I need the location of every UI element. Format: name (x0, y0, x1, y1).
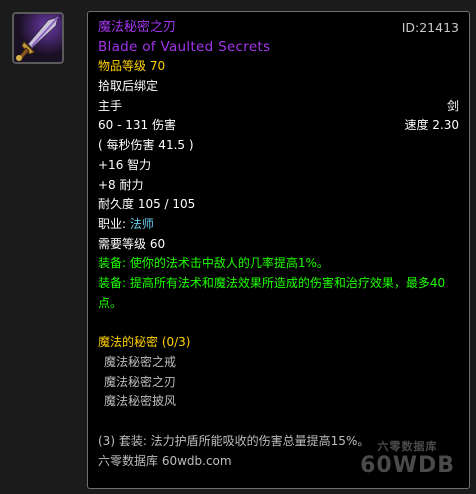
item-name-en: Blade of Vaulted Secrets (98, 38, 271, 55)
item-tooltip: 魔法秘密之刃 ID:21413 Blade of Vaulted Secrets… (87, 11, 470, 489)
item-damage: 60 - 131 伤害 (98, 118, 176, 133)
item-level: 物品等级 70 (98, 59, 166, 74)
class-value: 法师 (129, 216, 154, 231)
item-dps: ( 每秒伤害 41.5 ) (98, 138, 194, 153)
equip-effect-2: 装备: 提高所有法术和魔法效果所造成的伤害和治疗效果，最多40点。 (98, 275, 446, 310)
watermark-logo: 六零数据库 60WDB (360, 438, 455, 478)
item-icon (12, 12, 64, 64)
stat-intellect: +16 智力 (98, 157, 152, 172)
slot-row: 主手 剑 (98, 97, 459, 117)
damage-row: 60 - 131 伤害 速度 2.30 (98, 116, 459, 136)
set-piece: 魔法秘密之刃 (104, 374, 177, 389)
equip-effect-1: 装备: 使你的法术击中敌人的几率提高1%。 (98, 256, 329, 271)
item-type: 剑 (446, 98, 459, 113)
item-speed: 速度 2.30 (404, 118, 459, 133)
sword-icon (14, 14, 62, 62)
item-durability: 耐久度 105 / 105 (98, 197, 196, 212)
class-row: 职业: 法师 (98, 215, 459, 235)
set-piece: 魔法秘密披风 (104, 394, 177, 409)
title-row: 魔法秘密之刃 ID:21413 (98, 18, 459, 38)
item-slot: 主手 (98, 98, 123, 113)
item-name-zh: 魔法秘密之刃 (98, 20, 177, 35)
watermark-big: 60WDB (360, 453, 455, 478)
required-level: 需要等级 60 (98, 236, 166, 251)
bind-type: 拾取后绑定 (98, 79, 159, 94)
item-id: ID:21413 (401, 20, 459, 35)
stat-stamina: +8 耐力 (98, 177, 144, 192)
class-label: 职业: (98, 216, 130, 231)
watermark-top: 六零数据库 (377, 440, 438, 453)
set-name: 魔法的秘密 (0/3) (98, 335, 191, 350)
set-piece: 魔法秘密之戒 (104, 355, 177, 370)
